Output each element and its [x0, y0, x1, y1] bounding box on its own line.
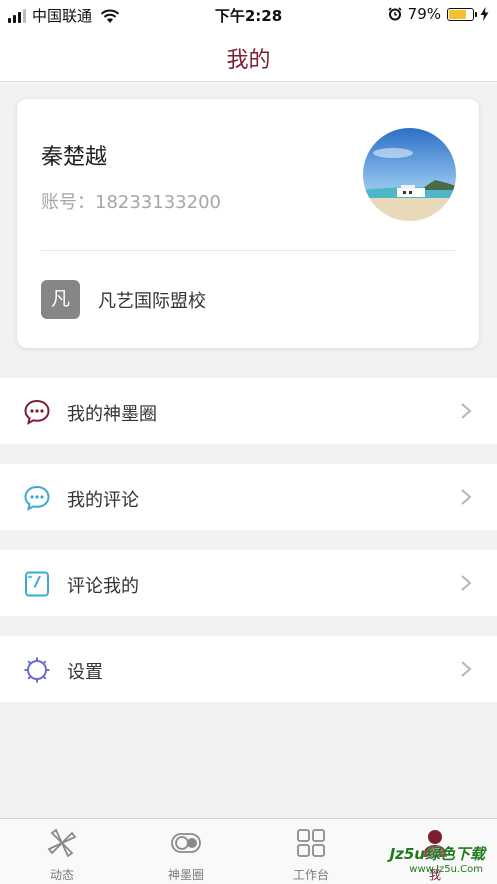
tab-label: 动态 [49, 868, 74, 882]
menu-item-settings[interactable]: 设置 [0, 636, 497, 702]
chevron-right-icon [461, 403, 472, 419]
battery-percent: 79% [407, 5, 441, 23]
nav-bar: 我的 [0, 30, 497, 82]
card-divider [41, 250, 455, 251]
profile-card[interactable]: 秦楚越 账号：18233133200 凡 凡艺国际盟校 [17, 99, 479, 348]
watermark-text: Jz5u绿色下载 [389, 845, 485, 863]
grid-icon [297, 829, 325, 857]
menu-label: 我的神墨圈 [67, 404, 157, 425]
menu-label: 我的评论 [67, 490, 139, 511]
menu-item-my-comments[interactable]: 我的评论 [0, 464, 497, 530]
tab-feed[interactable]: 动态 [0, 819, 124, 884]
charging-bolt-icon [480, 7, 489, 21]
pinwheel-icon [47, 828, 77, 858]
chat-bubble-icon [24, 399, 50, 425]
tab-workbench[interactable]: 工作台 [249, 819, 373, 884]
status-bar: 中国联通 下午2:28 79% [0, 0, 497, 30]
chevron-right-icon [461, 575, 472, 591]
battery-fill [449, 9, 467, 19]
page-title: 我的 [226, 48, 271, 73]
chevron-right-icon [461, 489, 472, 505]
gear-icon [24, 657, 50, 683]
tab-circle[interactable]: 神墨圈 [124, 819, 248, 884]
avatar-photo [363, 128, 456, 221]
user-name: 秦楚越 [41, 145, 108, 170]
tab-label: 神墨圈 [167, 868, 204, 882]
school-badge: 凡 [41, 280, 80, 319]
school-name[interactable]: 凡艺国际盟校 [98, 287, 206, 313]
note-icon [25, 571, 49, 597]
watermark-url: www.Jz5u.Com [409, 864, 483, 875]
account-number: 账号：18233133200 [41, 192, 221, 213]
menu-item-my-circle[interactable]: 我的神墨圈 [0, 378, 497, 444]
avatar[interactable] [363, 128, 456, 221]
status-right: 79% [388, 5, 489, 23]
chevron-right-icon [461, 661, 472, 677]
toggle-icon [171, 833, 201, 853]
comment-bubble-icon [24, 485, 50, 511]
tab-bar: 动态 神墨圈 工作台 我 Jz5u绿色下载 www.Jz5u.Com [0, 818, 497, 884]
menu-label: 评论我的 [67, 576, 139, 597]
tab-label: 工作台 [292, 868, 329, 882]
alarm-icon [388, 7, 402, 21]
battery-icon [447, 7, 477, 21]
menu-item-comments-on-me[interactable]: 评论我的 [0, 550, 497, 616]
menu-label: 设置 [67, 662, 103, 683]
